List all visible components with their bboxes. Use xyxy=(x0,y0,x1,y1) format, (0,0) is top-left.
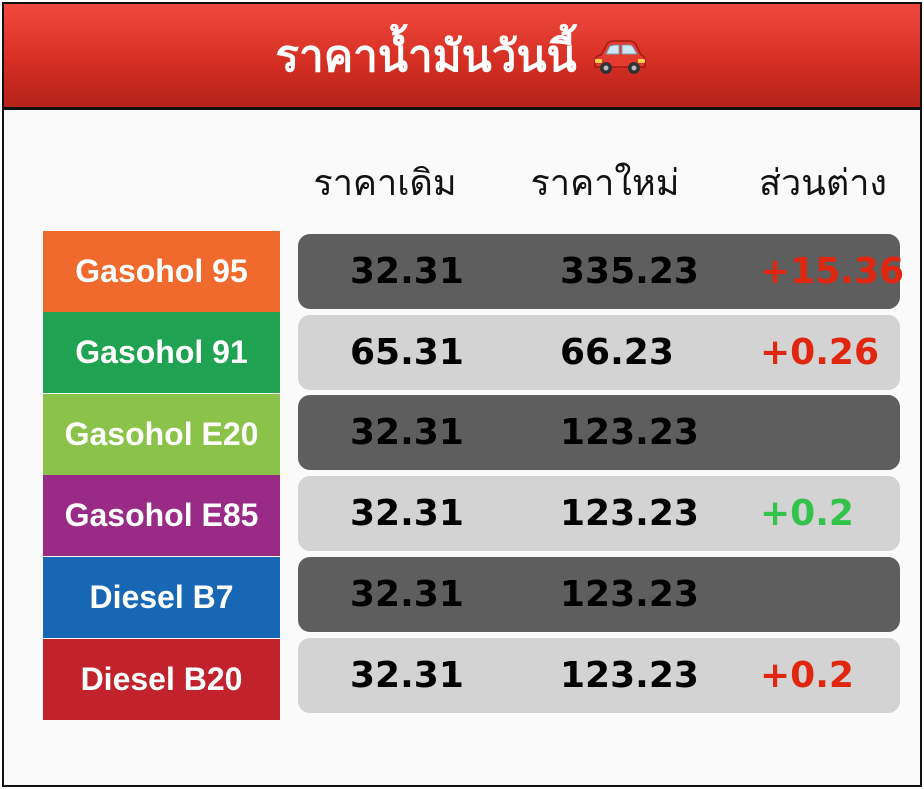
fuel-label: Gasohol E85 xyxy=(43,475,280,556)
column-header-new-price: ราคาใหม่ xyxy=(530,163,680,204)
table-row: 32.31 123.23 xyxy=(298,395,900,470)
old-price-value: 32.31 xyxy=(350,574,464,615)
old-price-value: 32.31 xyxy=(350,655,464,696)
new-price-value: 335.23 xyxy=(560,251,699,292)
old-price-value: 32.31 xyxy=(350,412,464,453)
new-price-value: 123.23 xyxy=(560,493,699,534)
page-title: ราคาน้ำมันวันนี้ xyxy=(275,30,577,82)
fuel-label: Diesel B20 xyxy=(43,639,280,720)
table-row: 65.31 66.23 +0.26 xyxy=(298,315,900,390)
fuel-label: Diesel B7 xyxy=(43,557,280,638)
table-row: 32.31 123.23 +0.2 xyxy=(298,638,900,713)
fuel-label: Gasohol 95 xyxy=(43,231,280,312)
new-price-value: 123.23 xyxy=(560,412,699,453)
price-board: ราคาน้ำมันวันนี้ ราคาเดิม ราคาใหม่ ส่วนต… xyxy=(2,2,922,787)
table-row: 32.31 123.23 xyxy=(298,557,900,632)
old-price-value: 32.31 xyxy=(350,493,464,534)
red-car-icon xyxy=(593,39,646,74)
difference-value: +0.2 xyxy=(760,493,854,534)
fuel-label: Gasohol E20 xyxy=(43,394,280,475)
difference-value: +15.36 xyxy=(760,251,905,292)
new-price-value: 66.23 xyxy=(560,332,674,373)
difference-value: +0.26 xyxy=(760,332,879,373)
old-price-value: 65.31 xyxy=(350,332,464,373)
difference-value: +0.2 xyxy=(760,655,854,696)
column-header-old-price: ราคาเดิม xyxy=(313,163,457,204)
column-header-difference: ส่วนต่าง xyxy=(759,163,887,204)
table-row: 32.31 335.23 +15.36 xyxy=(298,234,904,309)
fuel-label: Gasohol 91 xyxy=(43,312,280,393)
new-price-value: 123.23 xyxy=(560,574,699,615)
old-price-value: 32.31 xyxy=(350,251,464,292)
header-bar: ราคาน้ำมันวันนี้ xyxy=(4,4,920,110)
new-price-value: 123.23 xyxy=(560,655,699,696)
table-row: 32.31 123.23 +0.2 xyxy=(298,476,900,551)
